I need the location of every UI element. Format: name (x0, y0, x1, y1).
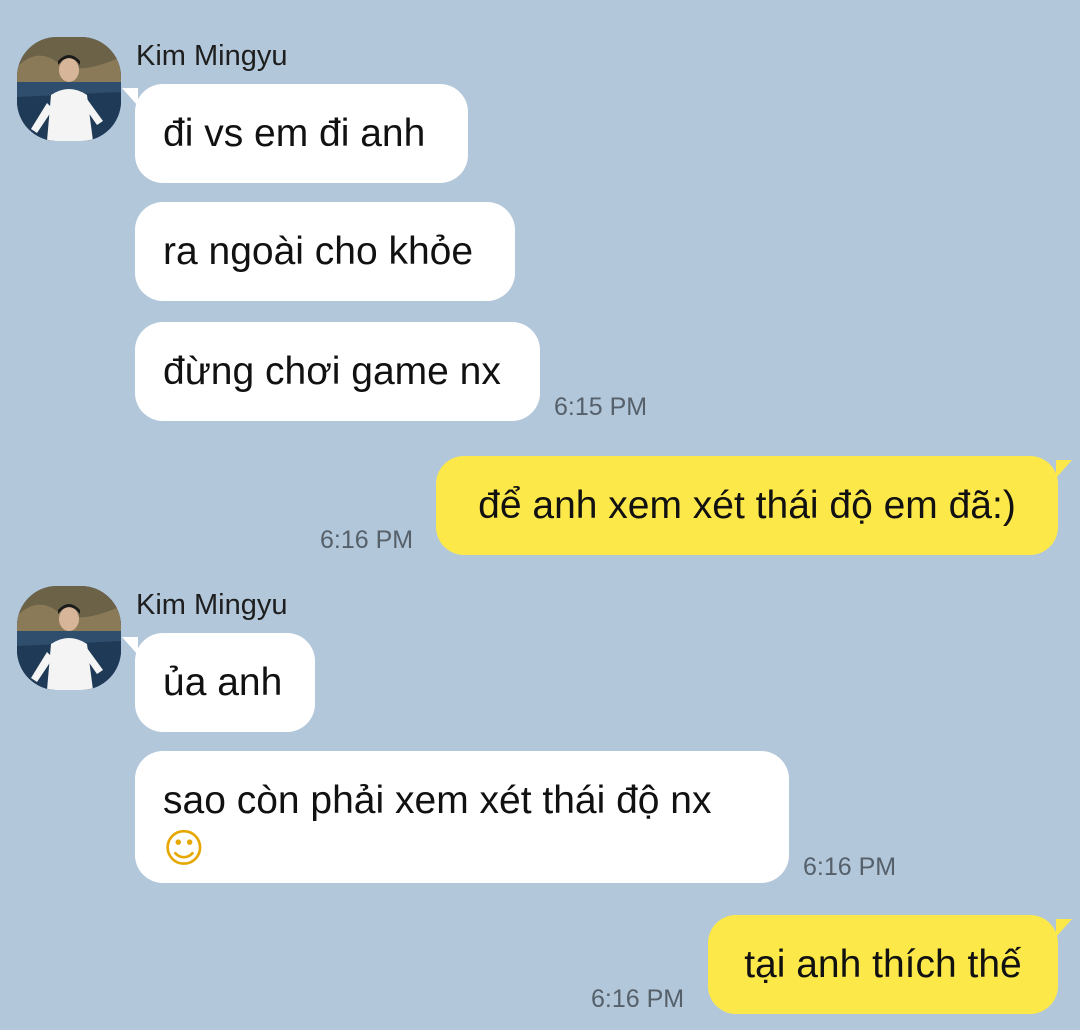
incoming-message-text: sao còn phải xem xét thái độ nx (163, 779, 712, 822)
sender-avatar[interactable] (17, 586, 121, 690)
incoming-message[interactable]: ủa anh (135, 633, 315, 732)
incoming-message[interactable]: đi vs em đi anh (135, 84, 468, 183)
message-timestamp: 6:16 PM (591, 985, 685, 1013)
incoming-message[interactable]: ra ngoài cho khỏe (135, 202, 515, 301)
profile-photo-icon (17, 586, 121, 690)
message-timestamp: 6:16 PM (320, 526, 414, 554)
incoming-message[interactable]: sao còn phải xem xét thái độ nx ☺ (135, 751, 789, 883)
profile-photo-icon (17, 37, 121, 141)
message-timestamp: 6:15 PM (554, 393, 648, 421)
message-timestamp: 6:16 PM (803, 853, 897, 881)
smiling-face-icon: ☺ (163, 826, 205, 872)
sender-avatar[interactable] (17, 37, 121, 141)
sender-name: Kim Mingyu (136, 40, 288, 72)
outgoing-message[interactable]: tại anh thích thế (708, 915, 1058, 1014)
sender-name: Kim Mingyu (136, 589, 288, 621)
incoming-message[interactable]: đừng chơi game nx (135, 322, 540, 421)
bubble-tail (1056, 460, 1072, 478)
bubble-tail (1056, 919, 1072, 937)
outgoing-message[interactable]: để anh xem xét thái độ em đã:) (436, 456, 1058, 555)
